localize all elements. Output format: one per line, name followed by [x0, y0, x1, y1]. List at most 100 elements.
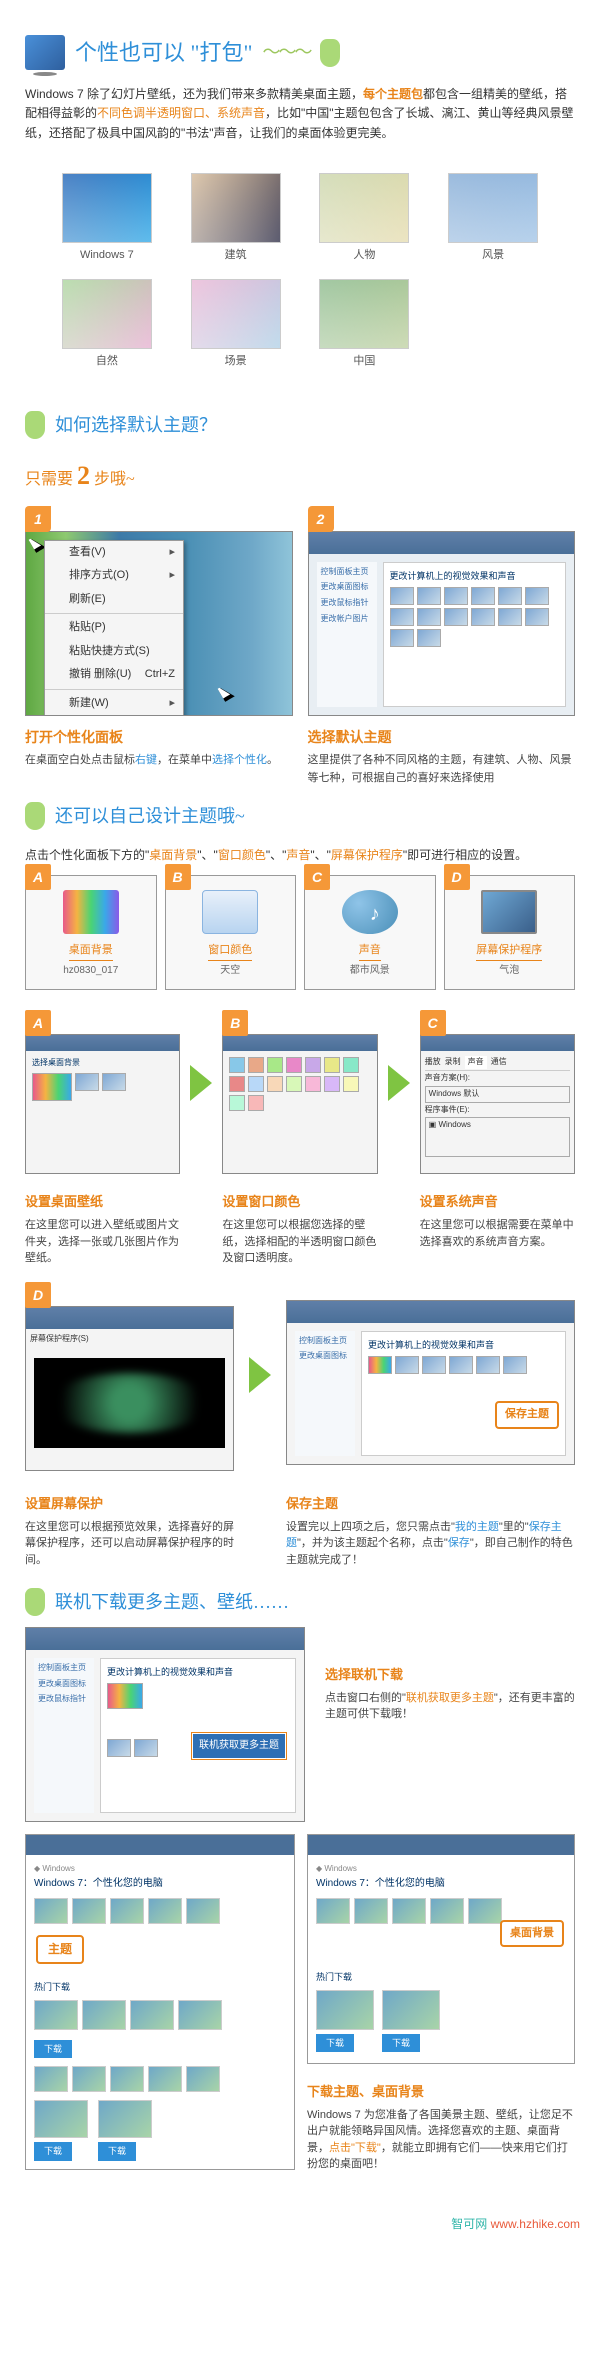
theme-thumb	[62, 173, 152, 243]
menu-paste-shortcut[interactable]: 粘贴快捷方式(S)	[45, 640, 183, 664]
step-2-column: 2 控制面板主页 更改桌面图标 更改鼠标指针 更改帐户图片 更改计算机上的视觉效…	[308, 506, 576, 787]
menu-new[interactable]: 新建(W)	[45, 692, 183, 715]
col-b: B	[222, 1010, 377, 1174]
theme-item-architecture: 建筑	[184, 173, 288, 265]
steps-row: 1 查看(V) 排序方式(O) 刷新(E) 粘贴(P) 粘贴快捷方式(S) 撤销…	[25, 506, 575, 787]
desc-d: 在这里您可以根据预览效果，选择喜好的屏幕保护程序，还可以启动屏幕保护程序的时间。	[25, 1519, 234, 1569]
de-desc-row: 设置屏幕保护 在这里您可以根据预览效果，选择喜好的屏幕保护程序，还可以启动屏幕保…	[25, 1486, 575, 1568]
option-sound[interactable]: C 声音 都市风景	[304, 875, 436, 990]
menu-sort[interactable]: 排序方式(O)	[45, 564, 183, 588]
arrow-icon	[388, 1065, 410, 1101]
theme-item-nature: 自然	[55, 279, 159, 371]
menu-undo[interactable]: 撤销 删除(U)Ctrl+Z	[45, 663, 183, 687]
window-sidebar: 控制面板主页 更改桌面图标	[295, 1331, 355, 1456]
gallery-row: ◆ Windows Windows 7：个性化您的电脑 热门下载 下载 下载 下…	[25, 1834, 575, 2173]
option-window-color[interactable]: B 窗口颜色 天空	[165, 875, 297, 990]
footer: 智可网 www.hzhike.com	[0, 2205, 600, 2244]
badge-b: B	[222, 1010, 248, 1036]
badge-a: A	[25, 1010, 51, 1036]
screenshot-c: 播放录制声音通信 声音方案(H): Windows 默认 程序事件(E): ▣ …	[420, 1034, 575, 1174]
title-d: 设置屏幕保护	[25, 1494, 234, 1515]
context-menu[interactable]: 查看(V) 排序方式(O) 刷新(E) 粘贴(P) 粘贴快捷方式(S) 撤销 删…	[44, 540, 184, 716]
step-2-desc: 这里提供了各种不同风格的主题，有建筑、人物、风景等七种，可根据自己的喜好来选择使…	[308, 752, 576, 787]
online-more-themes-link[interactable]: 联机获取更多主题	[192, 1733, 286, 1759]
gallery-title: 下载主题、桌面背景	[307, 2082, 575, 2103]
section-3-header: 还可以自己设计主题哦~	[25, 802, 575, 831]
theme-thumb	[319, 173, 409, 243]
theme-item-people: 人物	[313, 173, 417, 265]
online-desc: 点击窗口右侧的"联机获取更多主题"，还有更丰富的主题可供下载哦！	[325, 1690, 575, 1723]
gallery-desc: Windows 7 为您准备了各国美景主题、壁纸，让您足不出户就能领略异国风情。…	[307, 2107, 575, 2173]
section-1-title: 个性也可以 "打包"	[75, 35, 252, 70]
menu-paste[interactable]: 粘贴(P)	[45, 616, 183, 640]
decorative-line: ～～～	[262, 38, 310, 67]
abc-desc-row: 设置桌面壁纸 在这里您可以进入壁纸或图片文件夹，选择一张或几张图片作为壁纸。 设…	[25, 1184, 575, 1266]
option-desktop-bg[interactable]: A 桌面背景 hz0830_017	[25, 875, 157, 990]
step-1-desc: 在桌面空白处点击鼠标右键，在菜单中选择个性化。	[25, 752, 293, 770]
two-steps-label: 只需要 2 步哦~	[25, 455, 575, 497]
theme-callout: 主题	[36, 1935, 84, 1964]
option-screensaver[interactable]: D 屏幕保护程序 气泡	[444, 875, 576, 990]
mouse-icon	[25, 411, 45, 439]
theme-thumb	[448, 173, 538, 243]
download-button[interactable]: 下载	[34, 2040, 72, 2058]
bg-callout: 桌面背景	[500, 1920, 564, 1948]
mouse-icon	[320, 39, 340, 67]
gallery-bg-screenshot: ◆ Windows Windows 7：个性化您的电脑 热门下载 下载 下载 桌…	[307, 1834, 575, 2064]
section-4-title: 联机下载更多主题、壁纸……	[55, 1588, 289, 1617]
online-screenshot: 控制面板主页更改桌面图标更改鼠标指针 更改计算机上的视觉效果和声音 联机获取更多…	[25, 1627, 305, 1822]
menu-refresh[interactable]: 刷新(E)	[45, 588, 183, 612]
badge-a: A	[25, 864, 51, 890]
mouse-icon	[25, 802, 45, 830]
menu-view[interactable]: 查看(V)	[45, 541, 183, 565]
screenshot-save: 控制面板主页 更改桌面图标 更改计算机上的视觉效果和声音 保存主题	[286, 1300, 575, 1465]
footer-url: www.hzhike.com	[491, 2217, 580, 2231]
desc-b: 在这里您可以根据您选择的壁纸，选择相配的半透明窗口颜色及窗口透明度。	[222, 1217, 377, 1267]
options-row: A 桌面背景 hz0830_017 B 窗口颜色 天空 C 声音 都市风景 D …	[25, 875, 575, 990]
badge-d: D	[444, 864, 470, 890]
theme-item-scenery: 风景	[441, 173, 545, 265]
window-main: 更改计算机上的视觉效果和声音	[383, 562, 567, 707]
step-1-screenshot: 查看(V) 排序方式(O) 刷新(E) 粘贴(P) 粘贴快捷方式(S) 撤销 删…	[25, 531, 293, 716]
col-c: C 播放录制声音通信 声音方案(H): Windows 默认 程序事件(E): …	[420, 1010, 575, 1174]
section-4-header: 联机下载更多主题、壁纸……	[25, 1588, 575, 1617]
desc-a: 在这里您可以进入壁纸或图片文件夹，选择一张或几张图片作为壁纸。	[25, 1217, 180, 1267]
screenshot-a: 选择桌面背景	[25, 1034, 180, 1174]
design-intro: 点击个性化面板下方的"桌面背景"、"窗口颜色"、"声音"、"屏幕保护程序"即可进…	[25, 846, 575, 865]
desc-save: 设置完以上四项之后，您只需点击"我的主题"里的"保存主题"，并为该主题起个名称，…	[286, 1519, 575, 1569]
save-theme-callout[interactable]: 保存主题	[495, 1401, 559, 1429]
screenshot-b	[222, 1034, 377, 1174]
title-b: 设置窗口颜色	[222, 1192, 377, 1213]
online-text: 选择联机下载 点击窗口右侧的"联机获取更多主题"，还有更丰富的主题可供下载哦！	[325, 1627, 575, 1723]
arrow-icon	[249, 1357, 271, 1393]
step-2-screenshot: 控制面板主页 更改桌面图标 更改鼠标指针 更改帐户图片 更改计算机上的视觉效果和…	[308, 531, 576, 716]
sound-icon	[342, 890, 398, 934]
theme-thumb	[191, 173, 281, 243]
step-2-title: 选择默认主题	[308, 726, 576, 748]
window-titlebar	[309, 532, 575, 554]
screensaver-icon	[481, 890, 537, 934]
title-save: 保存主题	[286, 1494, 575, 1515]
desktop-bg-icon	[63, 890, 119, 934]
title-a: 设置桌面壁纸	[25, 1192, 180, 1213]
de-row: D 屏幕保护程序(S) 控制面板主页 更改桌面图标 更改计算机上的视觉效果和声音	[25, 1282, 575, 1471]
mouse-icon	[25, 1588, 45, 1616]
step-2-badge: 2	[308, 506, 334, 532]
badge-c: C	[304, 864, 330, 890]
abc-row: A 选择桌面背景 B C	[25, 1010, 575, 1174]
theme-thumb	[191, 279, 281, 349]
section-3-title: 还可以自己设计主题哦~	[55, 802, 245, 831]
badge-b: B	[165, 864, 191, 890]
online-row: 控制面板主页更改桌面图标更改鼠标指针 更改计算机上的视觉效果和声音 联机获取更多…	[25, 1627, 575, 1822]
theme-item-windows7: Windows 7	[55, 173, 159, 265]
theme-item-china: 中国	[313, 279, 417, 371]
window-sidebar: 控制面板主页 更改桌面图标 更改鼠标指针 更改帐户图片	[317, 562, 377, 707]
section-1-header: 个性也可以 "打包" ～～～	[25, 35, 575, 70]
badge-c: C	[420, 1010, 446, 1036]
footer-brand: 智可网	[451, 2217, 487, 2231]
theme-thumb	[319, 279, 409, 349]
desc-c: 在这里您可以根据需要在菜单中选择喜欢的系统声音方案。	[420, 1217, 575, 1250]
arrow-icon	[190, 1065, 212, 1101]
col-a: A 选择桌面背景	[25, 1010, 180, 1174]
step-1-badge: 1	[25, 506, 51, 532]
